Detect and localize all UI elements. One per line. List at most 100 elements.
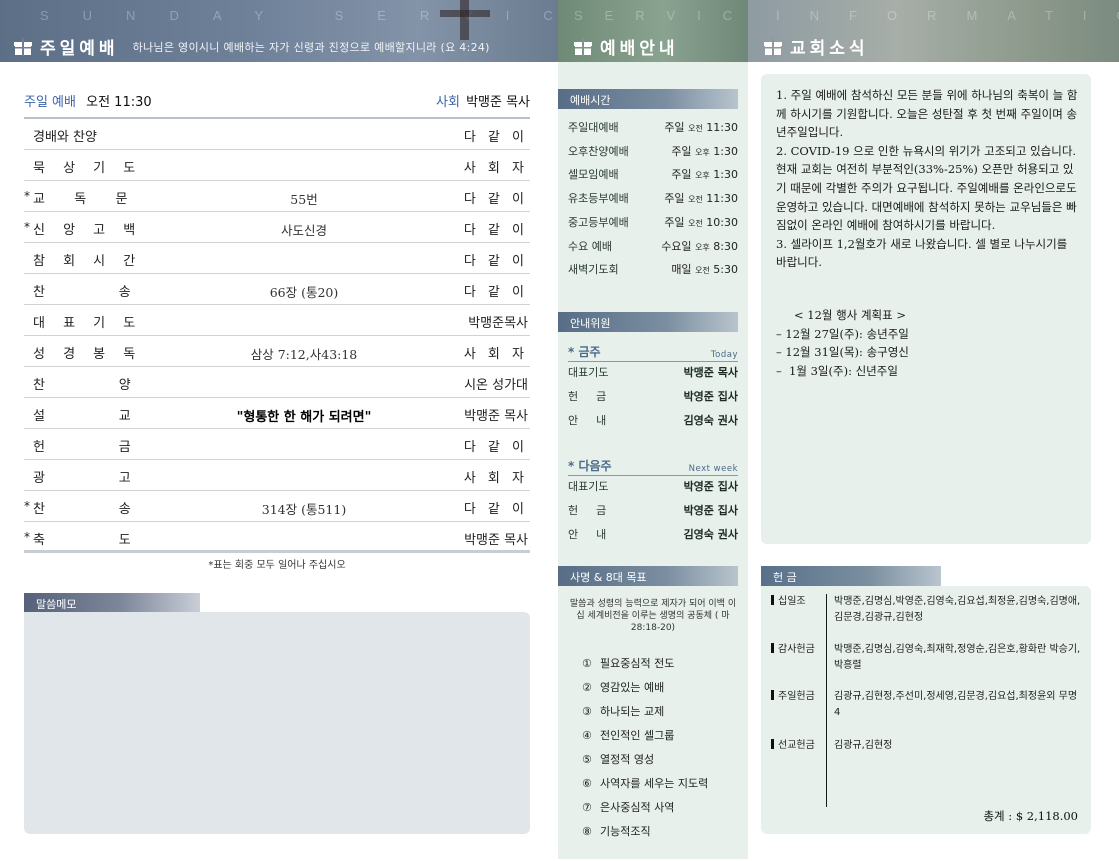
goal-text: 열정적 영성 [600,753,655,766]
schedule-row: 유초등부예배 주일 오전 11:30 [568,190,738,206]
duty-role: 대표기도 [568,480,609,493]
this-week-en: Today [710,350,738,360]
goal-item: ⑦ 은사중심적 사역 [582,795,708,819]
service-row: 대 표 기 도 박맹준목사 [24,305,530,336]
goal-item: ④ 전인적인 셀그룹 [582,723,708,747]
offering-names: 김광규,김현정 [834,740,893,751]
goal-text: 영감있는 예배 [600,681,665,694]
header-english-text: SERVICE [574,8,748,23]
service-item-leader: 박맹준 목사 [464,533,528,548]
next-week-heading: * 다음주 Next week [568,457,738,476]
goal-text: 사역자를 세우는 지도력 [600,777,709,790]
goal-text: 하나되는 교제 [600,705,665,718]
goal-number: ⑧ [582,824,592,838]
schedule-day: 매일 [671,263,692,277]
mission-label: 사명 & 8대 목표 [558,566,738,586]
news-paragraph: 3. 셀라이프 1,2월호가 새로 나왔습니다. 셀 별로 나누시기를 바랍니다… [776,236,1068,270]
host-name: 박맹준 목사 [466,94,530,110]
duty-row: 안내 김영숙 권사 [568,412,738,428]
december-events: < 12월 행사 계획표 > – 12월 27일(주): 송년주일 – 12월 3… [776,306,1081,380]
service-item-name: 교 독 문 [33,192,135,207]
duty-role: 헌금 [568,390,625,403]
service-row: 헌 금다 같 이 [24,429,530,460]
goal-item: ⑥ 사역자를 세우는 지도력 [582,771,708,795]
schedule-day: 주일 [664,192,685,206]
event-item: – 12월 31일(목): 송구영신 [776,345,909,360]
goal-text: 은사중심적 사역 [600,801,675,814]
service-item-detail: 삼상 7:12,사43:18 [250,347,358,362]
order-of-service-table: 경배와 찬양 다 같 이묵 상 기 도사 회 자 * 교 독 문 55번 다 같 이 * 신 … [24,117,530,553]
duty-person: 박영준 집사 [683,480,738,493]
section-title: 예배안내 [600,39,679,59]
service-item-leader: 다 같 이 [463,502,528,517]
goal-text: 전인적인 셀그룹 [600,729,675,742]
duty-row: 대표기도 박영준 집사 [568,478,738,494]
service-row: 묵 상 기 도사 회 자 [24,150,530,181]
section-subtitle: 하나님은 영이시니 예배하는 자가 신령과 진정으로 예배할지니라 (요 4:2… [132,40,490,54]
offering-category: 선교헌금 [771,738,826,754]
service-item-name: 찬 양 [33,378,138,393]
schedule-time: 11:30 [706,192,738,206]
duty-row: 대표기도 박맹준 목사 [568,364,738,380]
service-item-name: 성 경 봉 독 [33,347,143,362]
schedule-ampm: 오전 [688,218,703,228]
service-item-name: 찬 송 [33,502,138,517]
header-service-info: SERVICE 예배안내 [558,0,748,62]
schedule-day: 주일 [671,144,692,158]
schedule-service-name: 수요 예배 [568,239,612,253]
duty-role: 헌금 [568,504,625,517]
service-item-leader: 다 같 이 [463,192,528,207]
schedule-time: 10:30 [706,215,738,229]
service-item-name: 경배와 찬양 [33,130,97,145]
goal-text: 필요중심적 전도 [600,657,675,670]
service-item-name: 광 고 [33,471,138,486]
section-title: 주일예배 [40,39,119,59]
duty-person: 김영숙 권사 [683,528,738,541]
offering-category: 십일조 [771,594,826,610]
schedule-time-group: 주일 오전 10:30 [664,214,738,230]
service-row: * 신 앙 고 백 사도신경 다 같 이 [24,212,530,243]
service-time: 오전 11:30 [86,94,152,110]
duty-row: 안내 김영숙 권사 [568,526,738,542]
goal-list: ① 필요중심적 전도 ② 영감있는 예배 ③ 하나되는 교제 ④ 전인적인 셀그룹 ⑤ 열정적 영… [582,651,708,843]
service-summary: 주일 예배 오전 11:30 사회 박맹준 목사 [24,90,530,110]
duty-row: 헌금 박영준 집사 [568,388,738,404]
duty-person: 박영준 집사 [683,390,738,403]
duty-role: 대표기도 [568,366,609,379]
schedule-row: 오후찬양예배 주일 오후 1:30 [568,143,738,159]
schedule-time-group: 주일 오후 1:30 [671,143,738,159]
goal-number: ② [582,680,592,694]
stand-marker: * [24,220,30,234]
sermon-memo-area[interactable] [24,612,530,834]
event-item: – 1월 3일(주): 신년주일 [776,363,898,378]
service-row: 찬 양 시온 성가대 [24,367,530,398]
duty-person: 김영숙 권사 [683,414,738,427]
service-item-leader: 사 회 자 [463,347,528,362]
service-row: 찬 송 66장 (통20) 다 같 이 [24,274,530,305]
goal-number: ① [582,656,592,670]
service-item-detail: 55번 [290,192,318,207]
cross-box-icon [574,37,592,56]
goal-item: ③ 하나되는 교제 [582,699,708,723]
service-item-detail: 314장 (통511) [261,502,347,517]
mission-statement: 말씀과 성령의 능력으로 제자가 되어 이백 이십 세계비전을 이루는 생명의 … [569,599,737,633]
service-item-detail: 사도신경 [280,223,327,238]
service-item-name: 신 앙 고 백 [33,223,143,238]
schedule-row: 수요 예배 수요일 오후 8:30 [568,238,738,254]
goal-item: ⑤ 열정적 영성 [582,747,708,771]
events-title: < 12월 행사 계획표 > [794,308,907,322]
service-item-name: 축 도 [33,533,138,548]
schedule-time-group: 주일 오후 1:30 [671,166,738,182]
duty-person: 박영준 집사 [683,504,738,517]
duty-role: 안내 [568,414,625,427]
duty-person: 박맹준 목사 [683,366,738,379]
standing-footnote: *표는 회중 모두 일어나 주십시오 [208,560,346,571]
service-item-leader: 박맹준목사 [468,316,528,331]
duty-label: 안내위원 [558,312,738,332]
service-item-leader: 사 회 자 [463,161,528,176]
offering-names: 박맹준,김명심,김영숙,최재학,정영순,김은호,황화란 박승기,박흥렬 [834,644,1081,671]
service-item-name: 참 회 시 간 [33,254,143,269]
header-sunday-service: SUNDAY SERVICE 주일예배 하나님은 영이시니 예배하는 자가 신령… [0,0,558,62]
service-item-name: 묵 상 기 도 [33,161,143,176]
schedule-time: 11:30 [706,121,738,134]
